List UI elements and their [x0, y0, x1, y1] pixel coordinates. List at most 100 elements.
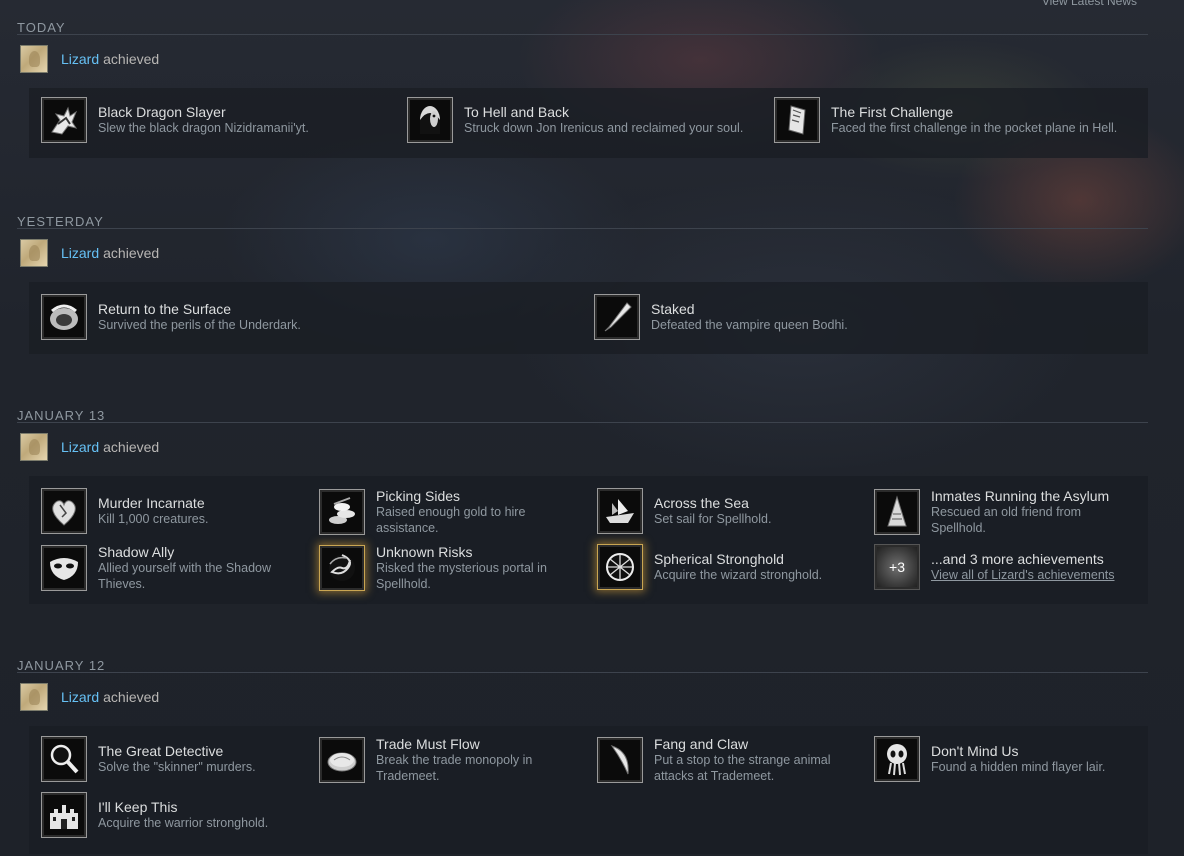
- achievement-item[interactable]: Unknown Risks Risked the mysterious porta…: [319, 544, 576, 592]
- achievement-desc: Slew the black dragon Nizidramanii'yt.: [98, 121, 309, 135]
- day-header: YESTERDAY: [17, 214, 1148, 234]
- achieved-label: achieved: [103, 245, 160, 261]
- avatar[interactable]: [20, 683, 48, 711]
- achievement-title: To Hell and Back: [464, 104, 570, 120]
- avatar[interactable]: [20, 239, 48, 267]
- achieved-label: achieved: [103, 51, 160, 67]
- dragon-icon: [41, 97, 87, 143]
- tower-icon: [874, 489, 920, 535]
- achievements-panel: The Great Detective Solve the "skinner" m…: [29, 726, 1148, 854]
- achievement-item[interactable]: The First Challenge Faced the first chall…: [774, 97, 1134, 143]
- achievements-panel: Return to the Surface Survived the perils…: [29, 282, 1148, 354]
- achievement-item[interactable]: Across the Sea Set sail for Spellhold.: [597, 488, 771, 534]
- view-latest-news-link[interactable]: View Latest News: [1042, 0, 1137, 8]
- achievement-desc: Put a stop to the strange animal attacks…: [654, 753, 831, 783]
- more-icon: +3: [874, 544, 920, 590]
- avatar[interactable]: [20, 433, 48, 461]
- achieved-label: achieved: [103, 689, 160, 705]
- cave-icon: [41, 294, 87, 340]
- achievement-title: Spherical Stronghold: [654, 551, 784, 567]
- coin-icon: [319, 737, 365, 783]
- achievement-desc: Raised enough gold to hire assistance.: [376, 505, 526, 535]
- ship-icon: [597, 488, 643, 534]
- achievement-title: Inmates Running the Asylum: [931, 488, 1110, 504]
- day-header: JANUARY 12: [17, 658, 1148, 678]
- achievement-title: The Great Detective: [98, 743, 224, 759]
- achieved-label: achieved: [103, 439, 160, 455]
- achievement-item[interactable]: I'll Keep This Acquire the warrior strong…: [41, 792, 268, 838]
- achievement-desc: Found a hidden mind flayer lair.: [931, 760, 1106, 774]
- achievements-panel: Black Dragon Slayer Slew the black dragon…: [29, 88, 1148, 158]
- achievement-desc: Faced the first challenge in the pocket …: [831, 121, 1118, 135]
- achievement-title: Don't Mind Us: [931, 743, 1019, 759]
- day-label: JANUARY 13: [17, 408, 106, 423]
- achievement-title: Black Dragon Slayer: [98, 104, 226, 120]
- coins-icon: [319, 489, 365, 535]
- day-group-january-12: JANUARY 12 Lizard achieved The Great Det…: [17, 658, 1148, 854]
- more-achievements-item[interactable]: +3 ...and 3 more achievements View all of…: [874, 544, 1115, 590]
- achievement-item[interactable]: Picking Sides Raised enough gold to hire …: [319, 488, 576, 536]
- achievement-desc: Allied yourself with the Shadow Thieves.: [98, 561, 272, 591]
- achievement-item[interactable]: Inmates Running the Asylum Rescued an old…: [874, 488, 1131, 536]
- achievement-desc: Survived the perils of the Underdark.: [98, 318, 301, 332]
- user-name-link[interactable]: Lizard: [61, 439, 99, 455]
- day-header: TODAY: [17, 20, 1148, 40]
- user-name-link[interactable]: Lizard: [61, 51, 99, 67]
- achievement-title: Across the Sea: [654, 495, 749, 511]
- scroll-icon: [774, 97, 820, 143]
- achievement-desc: Rescued an old friend from Spellhold.: [931, 505, 1082, 535]
- achievement-item[interactable]: Spherical Stronghold Acquire the wizard s…: [597, 544, 822, 590]
- achievement-item[interactable]: Fang and Claw Put a stop to the strange a…: [597, 736, 864, 784]
- achievement-desc: Acquire the wizard stronghold.: [654, 568, 823, 582]
- day-header: JANUARY 13: [17, 408, 1148, 428]
- divider: [17, 34, 1148, 35]
- portal-icon: [319, 545, 365, 591]
- heart-icon: [41, 488, 87, 534]
- user-name-link[interactable]: Lizard: [61, 245, 99, 261]
- achievement-title: Trade Must Flow: [376, 736, 480, 752]
- achievement-item[interactable]: Trade Must Flow Break the trade monopoly …: [319, 736, 576, 784]
- achievement-item[interactable]: Shadow Ally Allied yourself with the Shad…: [41, 544, 298, 592]
- achievement-item[interactable]: Don't Mind Us Found a hidden mind flayer …: [874, 736, 1105, 782]
- divider: [17, 228, 1148, 229]
- achievement-desc: Risked the mysterious portal in Spellhol…: [376, 561, 547, 591]
- achievement-desc: Acquire the warrior stronghold.: [98, 816, 269, 830]
- achievement-title: Unknown Risks: [376, 544, 473, 560]
- user-name-link[interactable]: Lizard: [61, 689, 99, 705]
- divider: [17, 422, 1148, 423]
- achievement-title: Shadow Ally: [98, 544, 175, 560]
- day-label: YESTERDAY: [17, 214, 104, 229]
- achievements-panel: Murder Incarnate Kill 1,000 creatures. Pi…: [29, 476, 1148, 604]
- achievement-item[interactable]: Murder Incarnate Kill 1,000 creatures.: [41, 488, 208, 534]
- view-all-achievements-link[interactable]: View all of Lizard's achievements: [931, 567, 1115, 583]
- achievement-item[interactable]: The Great Detective Solve the "skinner" m…: [41, 736, 256, 782]
- mindflayer-icon: [874, 736, 920, 782]
- achievement-title: Murder Incarnate: [98, 495, 205, 511]
- mask-icon: [41, 545, 87, 591]
- user-row: Lizard achieved: [17, 234, 1148, 272]
- achievement-title: I'll Keep This: [98, 799, 178, 815]
- avatar[interactable]: [20, 45, 48, 73]
- castle-icon: [41, 792, 87, 838]
- achievement-item[interactable]: Staked Defeated the vampire queen Bodhi.: [594, 294, 848, 340]
- user-row: Lizard achieved: [17, 40, 1148, 78]
- achievement-desc: Kill 1,000 creatures.: [98, 512, 209, 526]
- achievement-item[interactable]: Return to the Surface Survived the perils…: [41, 294, 301, 340]
- achievement-title: The First Challenge: [831, 104, 954, 120]
- stake-icon: [594, 294, 640, 340]
- achievement-desc: Struck down Jon Irenicus and reclaimed y…: [464, 121, 744, 135]
- sphere-icon: [597, 544, 643, 590]
- achievement-item[interactable]: Black Dragon Slayer Slew the black dragon…: [41, 97, 309, 143]
- achievement-title: Fang and Claw: [654, 736, 749, 752]
- achievement-desc: Defeated the vampire queen Bodhi.: [651, 318, 848, 332]
- claw-icon: [597, 737, 643, 783]
- achievement-item[interactable]: To Hell and Back Struck down Jon Irenicus…: [407, 97, 747, 143]
- achievement-desc: Break the trade monopoly in Trademeet.: [376, 753, 533, 783]
- achievement-title: Picking Sides: [376, 488, 461, 504]
- day-group-january-13: JANUARY 13 Lizard achieved Murder Incarn…: [17, 408, 1148, 604]
- more-achievements-title: ...and 3 more achievements: [931, 551, 1104, 567]
- achievement-desc: Solve the "skinner" murders.: [98, 760, 256, 774]
- magnifier-icon: [41, 736, 87, 782]
- achievement-title: Staked: [651, 301, 695, 317]
- user-row: Lizard achieved: [17, 678, 1148, 716]
